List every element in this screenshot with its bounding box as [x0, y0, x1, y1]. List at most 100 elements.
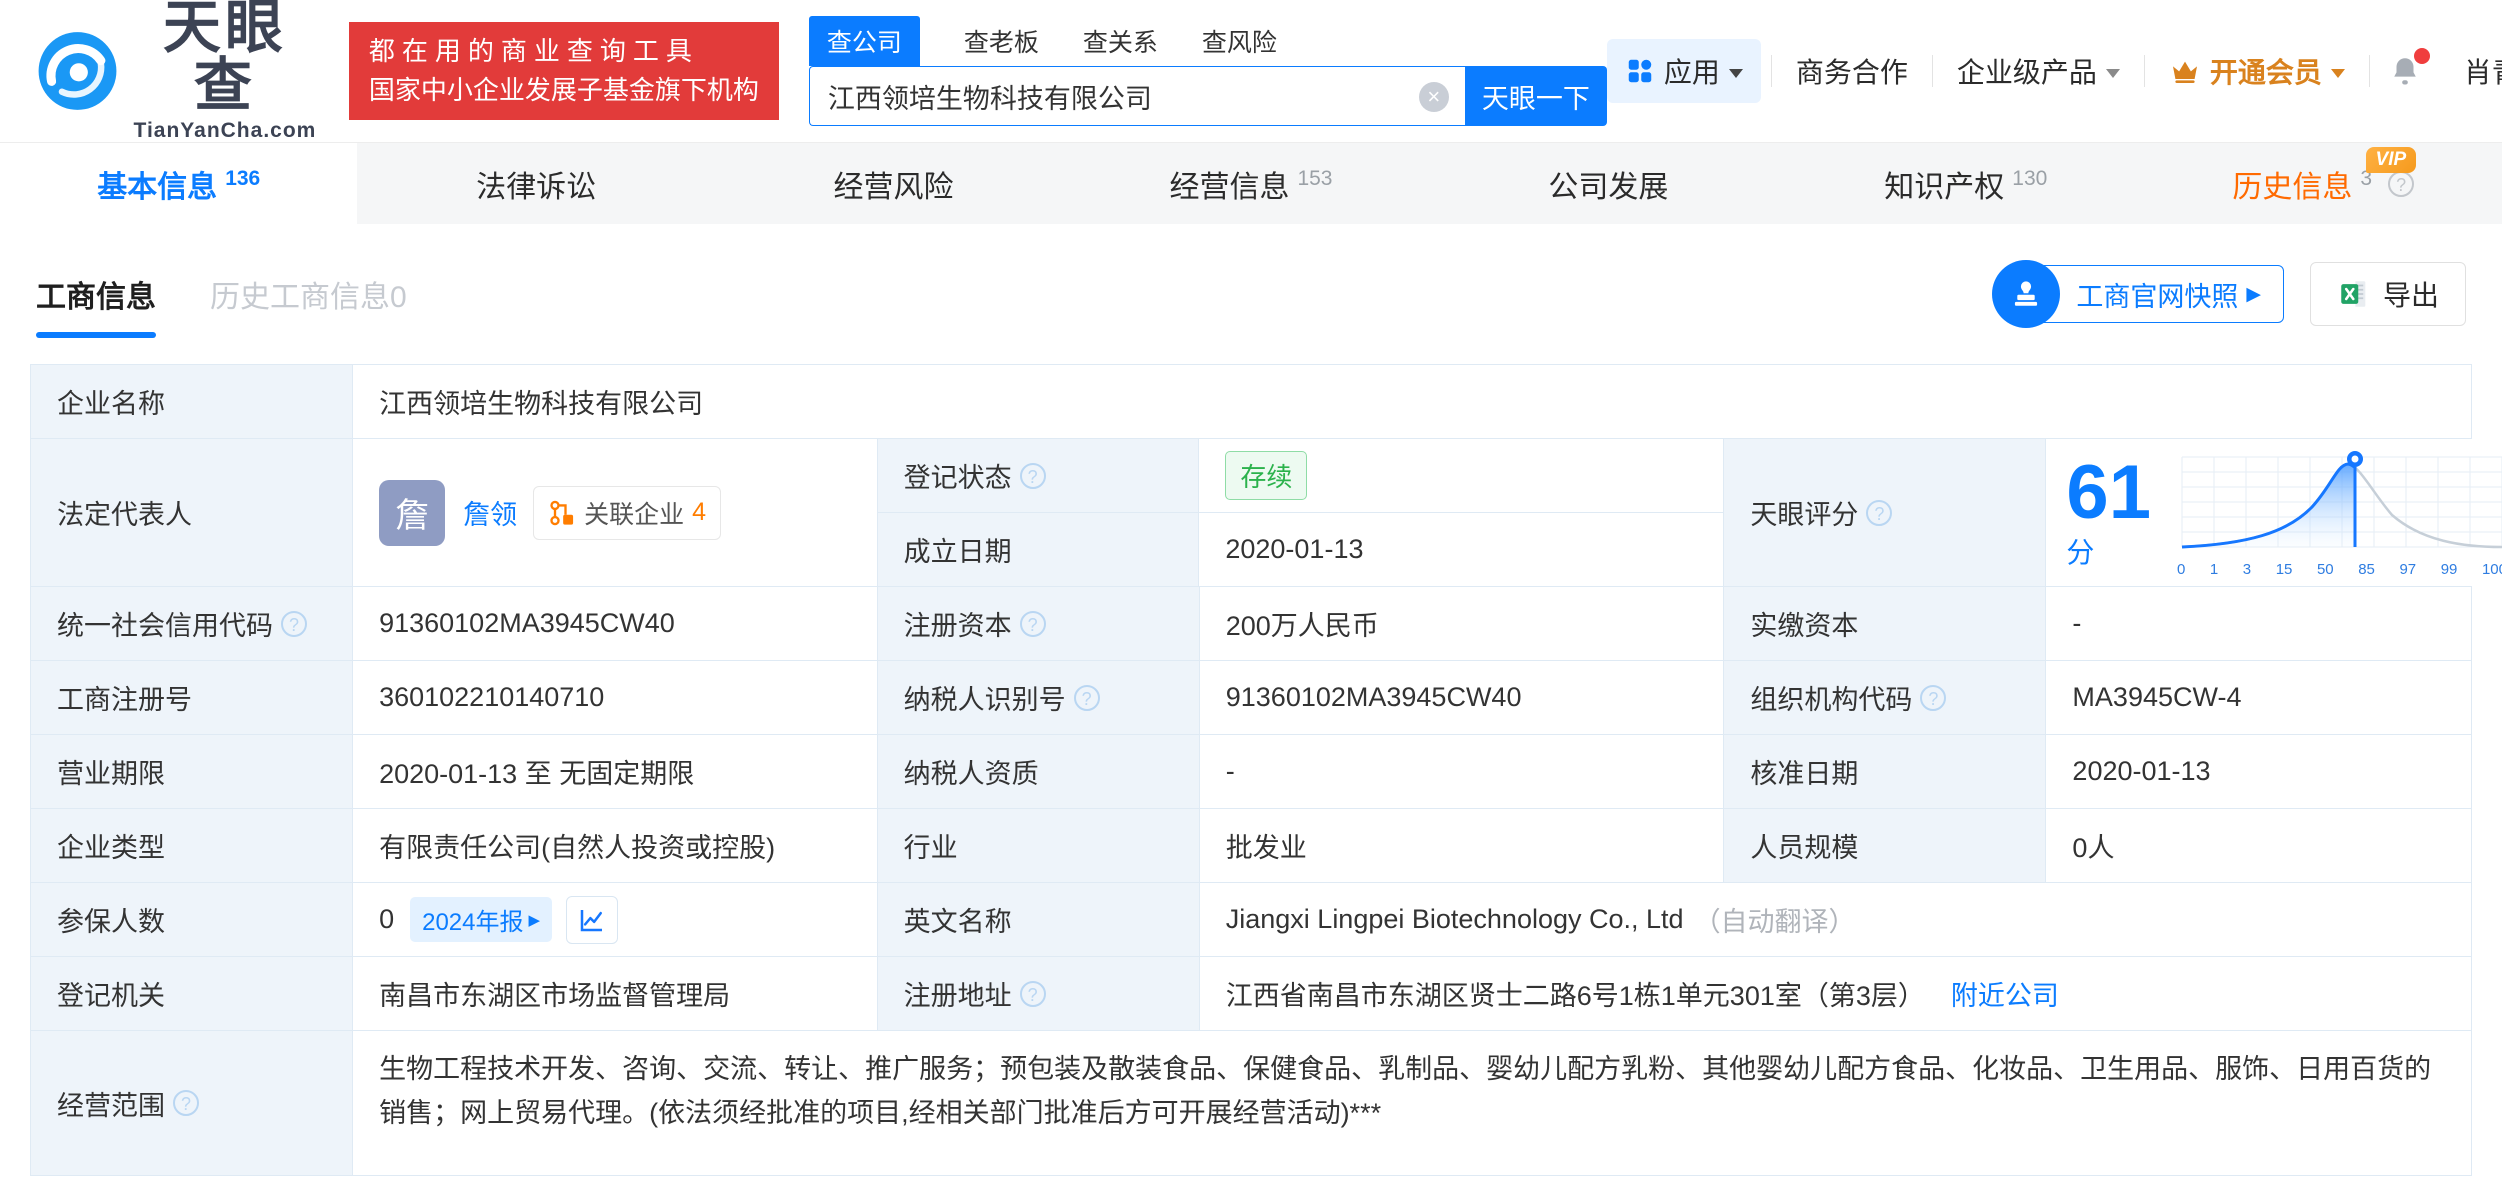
help-icon[interactable]: ? — [173, 1090, 199, 1116]
table-row-legal-rep: 法定代表人 詹 詹领 关联企业 4 登记状态 ? 存续 成立日期 2020-01… — [31, 439, 2502, 587]
business-info-table: 企业名称 江西领培生物科技有限公司 法定代表人 詹 詹领 关联企业 4 登记状态… — [30, 364, 2502, 1176]
table-row: 统一社会信用代码? 91360102MA3945CW40 注册资本? 200万人… — [31, 587, 2471, 661]
field-label: 英文名称 — [877, 883, 1200, 956]
table-row-insured: 参保人数 0 2024年报 ▶ 英文名称 Jiangxi Lingpei Bio… — [31, 883, 2471, 957]
annual-report-badge[interactable]: 2024年报 ▶ — [410, 897, 553, 942]
nav-open-vip[interactable]: 开通会员 — [2145, 51, 2369, 91]
nav-enterprise-products[interactable]: 企业级产品 — [1933, 51, 2144, 91]
insured-value-cell: 0 2024年报 ▶ — [353, 883, 878, 956]
trend-chart-button[interactable] — [566, 895, 619, 944]
legal-rep-link[interactable]: 詹领 — [463, 493, 517, 532]
help-icon[interactable]: ? — [1019, 462, 1046, 489]
help-icon[interactable]: ? — [1019, 610, 1046, 637]
field-label: 参保人数 — [31, 883, 354, 956]
field-value: 0人 — [2046, 809, 2471, 882]
slogan-banner: 都在用的商业查询工具 国家中小企业发展子基金旗下机构 — [348, 22, 779, 120]
tab-history-info[interactable]: VIP 历史信息 3 ? — [2145, 143, 2502, 224]
line-chart-icon — [580, 909, 603, 931]
tab-intellectual-property[interactable]: 知识产权 130 — [1787, 143, 2144, 224]
help-icon[interactable]: ? — [2388, 170, 2415, 197]
chevron-down-icon — [1728, 68, 1743, 78]
field-label: 经营范围? — [31, 1031, 354, 1175]
field-label: 企业类型 — [31, 809, 354, 882]
company-tabbar: 基本信息 136 法律诉讼 经营风险 经营信息 153 公司发展 知识产权 13… — [0, 142, 2502, 224]
help-icon[interactable]: ? — [1019, 980, 1046, 1007]
field-value: 91360102MA3945CW40 — [353, 587, 878, 660]
legal-rep-cell: 詹 詹领 关联企业 4 — [353, 439, 878, 586]
crown-icon — [2172, 61, 2197, 83]
related-companies-badge[interactable]: 关联企业 4 — [533, 485, 721, 540]
notifications-bell[interactable] — [2370, 48, 2440, 88]
site-header: 天眼查 TianYanCha.com 都在用的商业查询工具 国家中小企业发展子基… — [0, 0, 2502, 142]
subtab-history-registration[interactable]: 历史工商信息0 — [210, 272, 407, 316]
field-value: 360102210140710 — [353, 661, 878, 734]
slogan-line1: 都在用的商业查询工具 — [368, 36, 699, 66]
field-label: 组织机构代码? — [1724, 661, 2047, 734]
logo[interactable]: 天眼查 TianYanCha.com — [36, 0, 317, 143]
active-underline — [36, 332, 156, 338]
score-value: 61 — [2066, 449, 2151, 535]
table-row: 营业期限 2020-01-13 至 无固定期限 纳税人资质 - 核准日期 202… — [31, 735, 2471, 809]
relation-graph-icon — [550, 500, 574, 525]
nav-business-cooperation[interactable]: 商务合作 — [1772, 51, 1932, 91]
user-menu[interactable]: 肖青羽 — [2440, 51, 2502, 91]
logo-domain: TianYanCha.com — [133, 119, 317, 142]
field-label: 注册地址? — [877, 957, 1200, 1030]
search-tab-risk[interactable]: 查风险 — [1202, 16, 1277, 66]
field-value: 2020-01-13 至 无固定期限 — [353, 735, 878, 808]
help-icon[interactable]: ? — [1920, 684, 1947, 711]
english-name-value: Jiangxi Lingpei Biotechnology Co., Ltd （… — [1199, 883, 2471, 956]
help-icon[interactable]: ? — [1073, 684, 1100, 711]
field-label: 企业名称 — [31, 365, 354, 438]
field-value: 批发业 — [1199, 809, 1725, 882]
export-button[interactable]: 导出 — [2309, 262, 2466, 326]
search-input[interactable] — [808, 66, 1465, 126]
clear-icon[interactable]: × — [1418, 82, 1449, 112]
registration-status-value: 存续 — [1199, 439, 1724, 512]
field-value: 有限责任公司(自然人投资或控股) — [353, 809, 878, 882]
subtab-business-registration[interactable]: 工商信息 — [36, 272, 156, 338]
field-label: 法定代表人 — [31, 439, 354, 586]
field-label: 核准日期 — [1724, 735, 2047, 808]
search-tabs: 查公司 查老板 查关系 查风险 — [808, 16, 1607, 66]
tab-basic-info[interactable]: 基本信息 136 — [0, 143, 358, 224]
section-bar: 工商信息 历史工商信息0 工商官网快照 ▶ 导出 — [0, 224, 2502, 364]
field-label: 实缴资本 — [1724, 587, 2047, 660]
status-badge: 存续 — [1225, 451, 1308, 500]
auto-translate-note: （自动翻译） — [1693, 907, 1856, 937]
field-label: 成立日期 — [877, 513, 1200, 586]
field-label: 登记状态 ? — [877, 439, 1200, 512]
tab-legal-litigation[interactable]: 法律诉讼 — [357, 143, 714, 224]
arrow-right-icon: ▶ — [528, 911, 541, 929]
help-icon[interactable]: ? — [281, 610, 307, 637]
field-value: 200万人民币 — [1199, 587, 1725, 660]
nearby-companies-link[interactable]: 附近公司 — [1951, 974, 2059, 1013]
field-label: 注册资本? — [877, 587, 1200, 660]
search-tab-boss[interactable]: 查老板 — [964, 16, 1039, 66]
search-button[interactable]: 天眼一下 — [1464, 66, 1607, 126]
tianyan-score-cell: 61 分 0 1 3 15 50 85 97 99 10 — [2046, 439, 2502, 586]
tab-operational-risk[interactable]: 经营风险 — [715, 143, 1072, 224]
field-value: 2020-01-13 — [2046, 735, 2471, 808]
avatar[interactable]: 詹 — [379, 479, 446, 546]
tab-company-development[interactable]: 公司发展 — [1430, 143, 1787, 224]
username: 肖青羽 — [2463, 57, 2502, 88]
status-date-subgrid: 登记状态 ? 存续 成立日期 2020-01-13 — [877, 439, 1725, 586]
field-label: 人员规模 — [1724, 809, 2047, 882]
vip-badge: VIP — [2365, 147, 2417, 173]
apps-grid-icon — [1628, 59, 1652, 83]
tab-business-info[interactable]: 经营信息 153 — [1072, 143, 1429, 224]
table-row-company-name: 企业名称 江西领培生物科技有限公司 — [31, 365, 2471, 439]
search-tab-company[interactable]: 查公司 — [808, 16, 920, 66]
help-icon[interactable]: ? — [1866, 499, 1893, 526]
search-area: 查公司 查老板 查关系 查风险 × 天眼一下 — [808, 16, 1607, 126]
official-snapshot-button[interactable]: 工商官网快照 ▶ — [1992, 260, 2284, 328]
field-label: 统一社会信用代码? — [31, 587, 354, 660]
tianyancha-logo-icon — [38, 32, 117, 110]
table-row: 工商注册号 360102210140710 纳税人识别号? 91360102MA… — [31, 661, 2471, 735]
table-row: 企业类型 有限责任公司(自然人投资或控股) 行业 批发业 人员规模 0人 — [31, 809, 2471, 883]
nav-apps[interactable]: 应用 — [1606, 39, 1761, 103]
search-tab-relation[interactable]: 查关系 — [1083, 16, 1158, 66]
notification-dot — [2413, 48, 2430, 64]
field-label: 纳税人资质 — [877, 735, 1200, 808]
